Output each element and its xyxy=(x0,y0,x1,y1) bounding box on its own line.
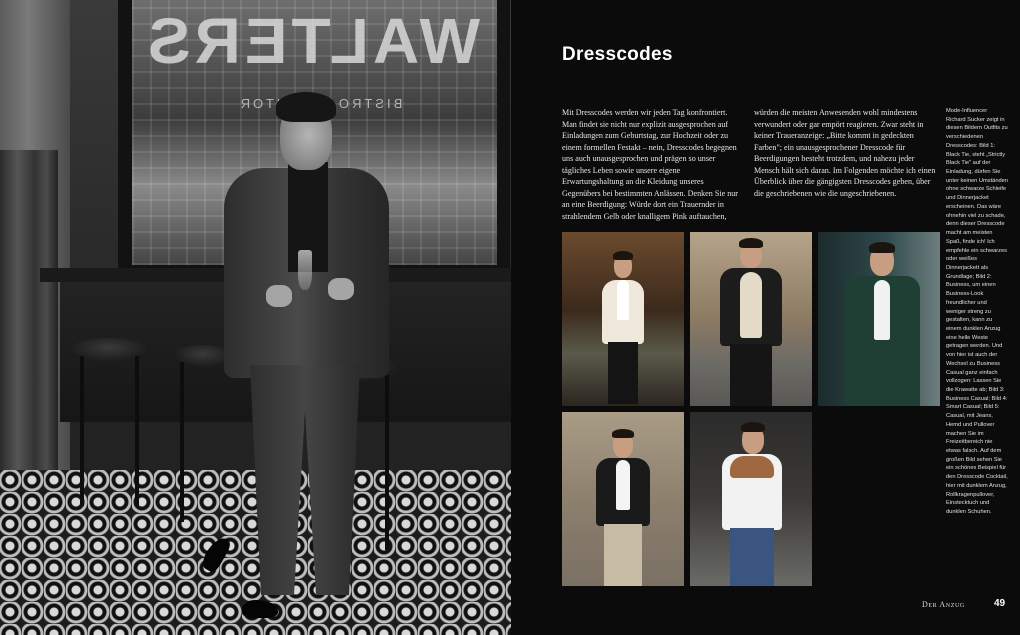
article-title: Dresscodes xyxy=(562,44,673,65)
hair xyxy=(276,92,336,122)
tan-sweater xyxy=(730,456,774,478)
hair xyxy=(739,238,763,248)
white-shirt xyxy=(616,460,630,510)
hair xyxy=(612,429,634,438)
trousers xyxy=(730,344,772,406)
hair xyxy=(741,422,765,432)
jeans xyxy=(730,528,774,586)
body-text-col2: würden die meisten Anwesenden wohl minde… xyxy=(754,108,936,198)
white-shirt xyxy=(874,280,890,340)
hand xyxy=(328,278,354,300)
stool-leg xyxy=(135,356,139,506)
photo-caption-sidebar: Mode-Influencer Richard Sucker zeigt in … xyxy=(946,108,1008,516)
stool-leg xyxy=(80,356,84,506)
photo-smart-casual xyxy=(562,412,684,586)
trousers xyxy=(250,365,360,595)
hair xyxy=(613,251,633,260)
hero-photo: WALTERS BISTRO & KONTOR xyxy=(0,0,511,635)
stool-leg xyxy=(180,362,184,522)
chinos xyxy=(604,524,642,586)
photo-business-casual xyxy=(818,232,940,406)
shoe xyxy=(242,600,278,618)
light-vest xyxy=(740,272,762,338)
photo-business xyxy=(690,232,812,406)
man-in-suit xyxy=(199,90,400,630)
champagne-glass xyxy=(298,250,312,290)
hair xyxy=(869,242,895,253)
hand xyxy=(266,285,292,307)
photo-black-tie xyxy=(562,232,684,406)
trousers xyxy=(608,342,638,404)
photo-casual xyxy=(690,412,812,586)
section-label: Der Anzug xyxy=(922,600,965,609)
shirt xyxy=(617,280,629,320)
body-text-col1: Mit Dresscodes werden wir jeden Tag konf… xyxy=(562,108,738,221)
page-number: 49 xyxy=(994,598,1006,609)
